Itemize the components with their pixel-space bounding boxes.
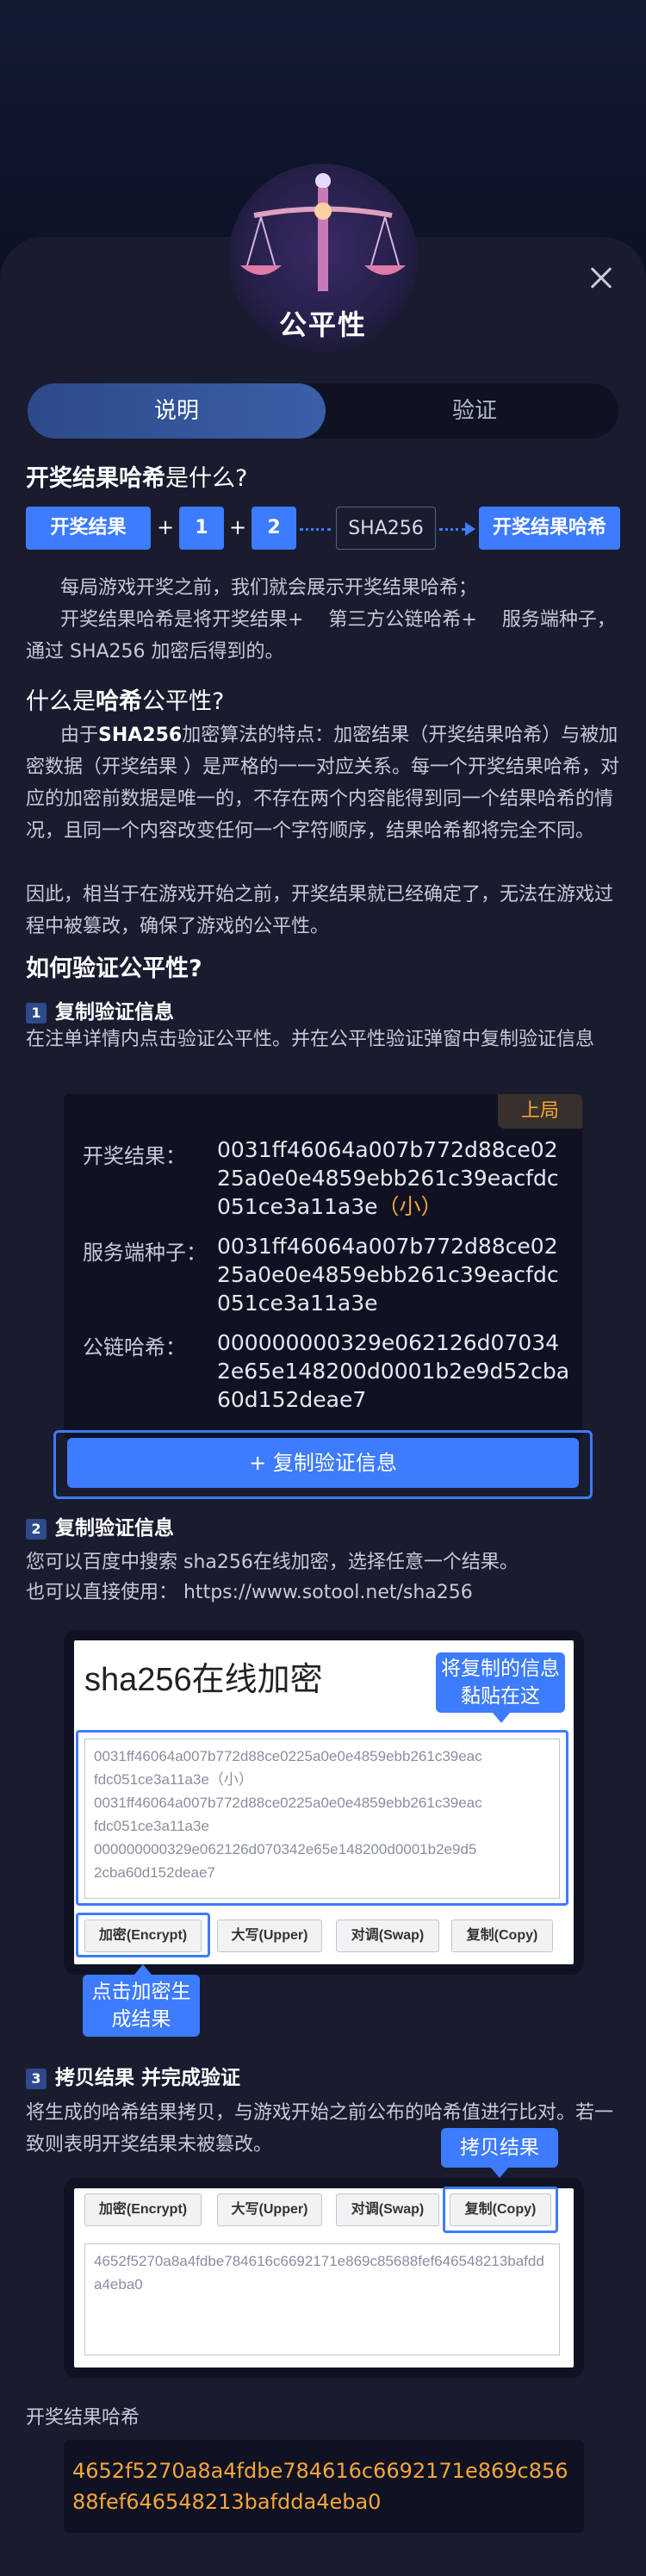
input-line: fdc051ce3a11a3e（小） — [94, 1771, 253, 1788]
last-round-badge: 上局 — [498, 1094, 582, 1129]
title-highlight: 开奖结果哈希 — [26, 465, 165, 492]
swap-button[interactable]: 对调(Swap) — [336, 1920, 439, 1952]
flow-two-chip: 2 — [252, 507, 296, 550]
copy-button[interactable]: 复制(Copy) — [451, 1920, 553, 1952]
input-line: fdc051ce3a11a3e — [94, 1818, 209, 1834]
flow-plus: + — [229, 515, 247, 539]
title-rest: 公平性? — [142, 688, 225, 715]
step3-title: 3 拷贝结果 并完成验证 — [26, 2061, 240, 2090]
para-strong: SHA256 — [98, 725, 183, 746]
chain-value: 000000000329e062126d070342e65e148200d000… — [217, 1330, 570, 1412]
copy-button[interactable]: 复制(Copy) — [450, 2193, 551, 2226]
paste-here-callout: 将复制的信息黏贴在这 — [436, 1652, 565, 1713]
section-title-how-verify: 如何验证公平性? — [26, 955, 202, 982]
input-line: 0031ff46064a007b772d88ce0225a0e0e4859ebb… — [94, 1748, 482, 1764]
flow-connector — [300, 528, 331, 531]
tab-explain[interactable]: 说明 — [28, 383, 326, 439]
input-line: 2cba60d152deae7 — [94, 1864, 215, 1881]
step2-desc1: 您可以百度中搜索 sha256在线加密，选择任意一个结果。 — [26, 1552, 519, 1573]
encrypt-button[interactable]: 加密(Encrypt) — [84, 1920, 202, 1952]
final-hash-label: 开奖结果哈希 — [26, 2407, 140, 2429]
final-hash-value: 4652f5270a8a4fdbe784616c6692171e869c8568… — [64, 2440, 584, 2533]
tab-verify[interactable]: 验证 — [326, 383, 624, 439]
close-icon[interactable] — [586, 263, 617, 294]
step-title-text: 拷贝结果 并完成验证 — [55, 2067, 241, 2089]
result-hint: （小） — [377, 1194, 443, 1219]
flow-hash-chip: 开奖结果哈希 — [479, 507, 620, 550]
flow-connector — [439, 528, 465, 531]
step1-title: 1 复制验证信息 — [26, 995, 174, 1024]
tab-bar: 说明 验证 — [28, 383, 618, 439]
sha256-input-textarea[interactable]: 0031ff46064a007b772d88ce0225a0e0e4859ebb… — [84, 1739, 560, 1899]
sha256-output-textarea[interactable]: 4652f5270a8a4fdbe784616c6692171e869c8568… — [84, 2243, 560, 2355]
chain-label: 公链哈希： — [83, 1335, 186, 1360]
section1-para1: 每局游戏开奖之前，我们就会展示开奖结果哈希； — [60, 577, 478, 599]
title-rest: 是什么? — [165, 465, 248, 492]
swap-button[interactable]: 对调(Swap) — [336, 2193, 439, 2226]
copy-verify-info-button[interactable]: + 复制验证信息 — [67, 1438, 579, 1488]
para-lead: 由于 — [60, 725, 99, 746]
copy-result-callout: 拷贝结果 — [441, 2128, 558, 2168]
section2-para: 由于SHA256加密算法的特点：加密结果（开奖结果哈希）与被加密数据（开奖结果 … — [26, 719, 620, 847]
flow-sha-chip: SHA256 — [336, 507, 436, 550]
upper-button[interactable]: 大写(Upper) — [217, 2193, 322, 2226]
section-title-what-is-hash: 开奖结果哈希是什么? — [26, 459, 247, 493]
input-line: 000000000329e062126d070342e65e148200d000… — [94, 1841, 477, 1857]
section2-para-end: 因此，相当于在游戏开始之前，开奖结果就已经确定了，无法在游戏过程中被篡改，确保了… — [26, 884, 614, 937]
flow-result-chip: 开奖结果 — [26, 507, 151, 550]
upper-button[interactable]: 大写(Upper) — [217, 1920, 322, 1952]
arrow-right-icon — [465, 522, 475, 536]
step-title-text: 复制验证信息 — [55, 1517, 174, 1540]
step2-title: 2 复制验证信息 — [26, 1511, 174, 1540]
callout-pointer — [493, 1713, 510, 1723]
title-prefix: 什么是 — [26, 688, 96, 715]
seed-value: 0031ff46064a007b772d88ce0225a0e0e4859ebb… — [217, 1234, 559, 1316]
encrypt-button[interactable]: 加密(Encrypt) — [84, 2193, 202, 2226]
step-number: 2 — [26, 1518, 47, 1540]
result-value: 0031ff46064a007b772d88ce0225a0e0e4859ebb… — [217, 1136, 570, 1221]
step-title-text: 复制验证信息 — [55, 1001, 174, 1024]
step-number: 1 — [26, 1002, 47, 1024]
title-highlight: 哈希 — [96, 688, 142, 715]
flow-one-chip: 1 — [179, 507, 224, 550]
step-number: 3 — [26, 2068, 47, 2089]
result-label: 开奖结果： — [83, 1144, 186, 1168]
step2-desc2: 也可以直接使用： https://www.sotool.net/sha256 — [26, 1582, 473, 1603]
callout-pointer — [134, 1964, 152, 1975]
tool-title: sha256在线加密 — [84, 1662, 323, 1698]
encrypt-callout: 点击加密生成结果 — [83, 1975, 200, 2037]
flow-plus: + — [157, 515, 175, 539]
page-title: 公平性 — [278, 308, 367, 341]
input-line: 0031ff46064a007b772d88ce0225a0e0e4859ebb… — [94, 1795, 482, 1811]
callout-pointer — [491, 2168, 508, 2178]
seed-label: 服务端种子： — [83, 1241, 207, 1265]
section1-para2: 开奖结果哈希是将开奖结果+ 第三方公链哈希+ 服务端种子，通过 SHA256 加… — [26, 609, 616, 663]
step1-desc: 在注单详情内点击验证公平性。并在公平性验证弹窗中复制验证信息 — [26, 1029, 595, 1050]
section-title-hash-fairness: 什么是哈希公平性? — [26, 682, 224, 716]
